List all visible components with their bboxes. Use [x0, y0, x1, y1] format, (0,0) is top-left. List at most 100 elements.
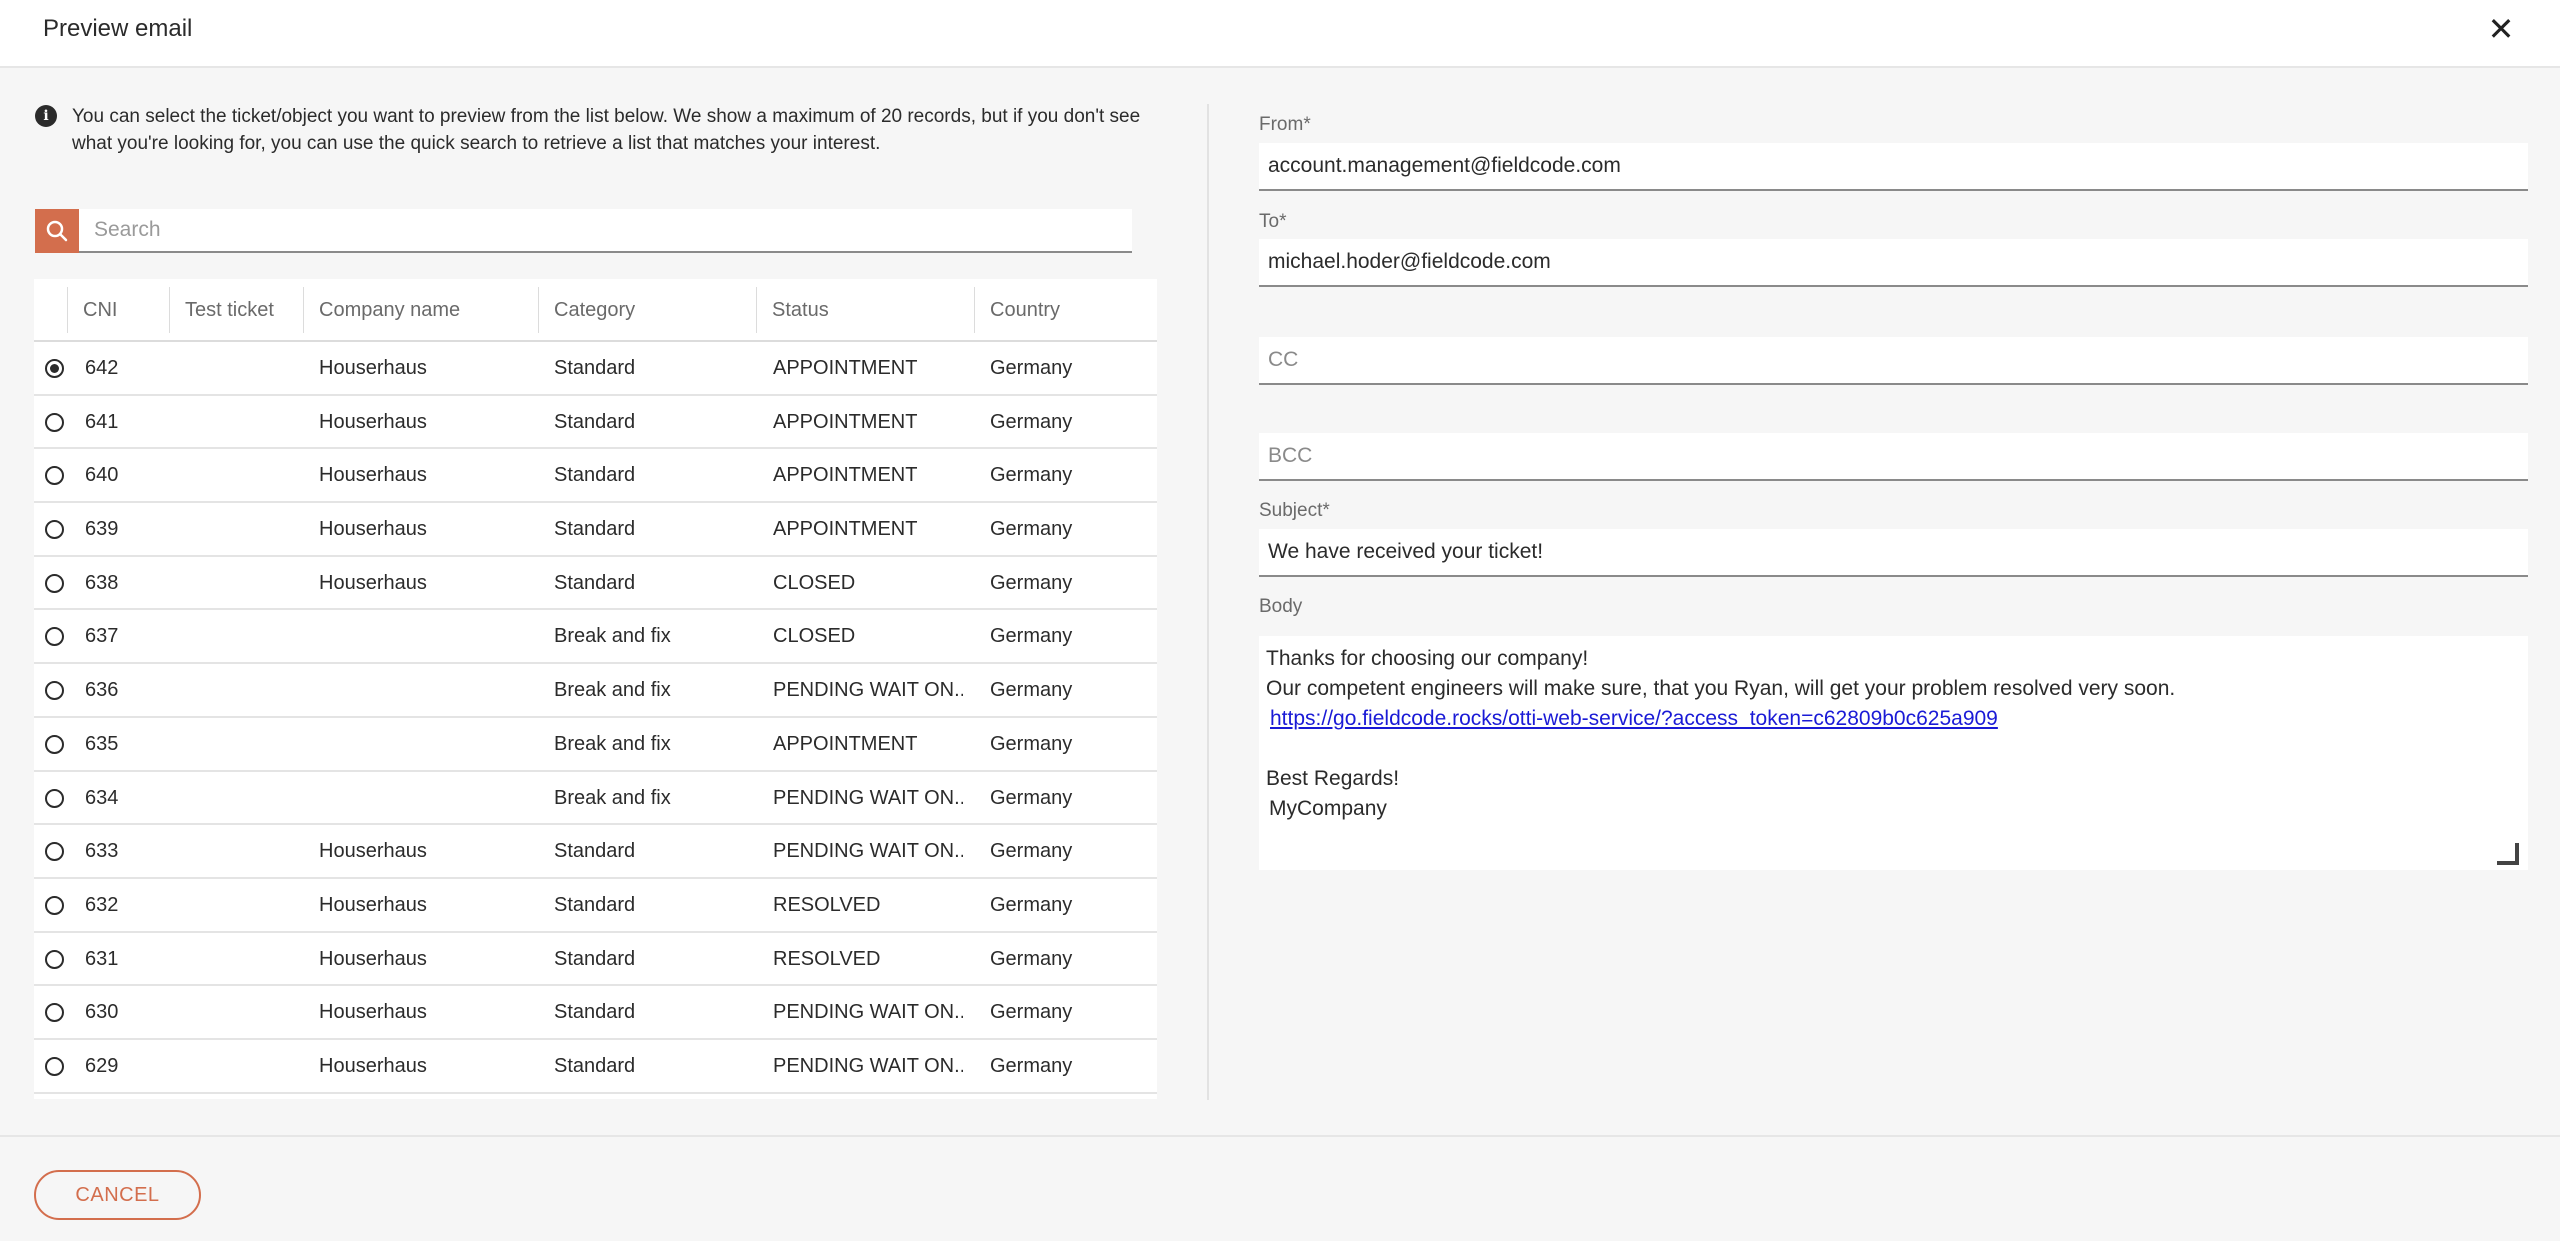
- cell-cni: 635: [85, 732, 119, 755]
- table-row[interactable]: 639 Houserhaus Standard APPOINTMENT Germany: [34, 503, 1157, 557]
- access-token-link[interactable]: https://go.fieldcode.rocks/otti-web-serv…: [1270, 707, 1998, 730]
- row-radio[interactable]: [45, 681, 64, 701]
- cell-category: Standard: [554, 1054, 636, 1077]
- row-radio[interactable]: [45, 1056, 64, 1076]
- cell-test-ticket: [184, 825, 302, 877]
- cell-status: PENDING WAIT ON...: [773, 1001, 963, 1024]
- cell-cni: 639: [85, 518, 119, 541]
- cell-cni: 642: [85, 357, 119, 379]
- cell-country: Germany: [990, 625, 1073, 648]
- column-header-cni[interactable]: CNI: [67, 287, 167, 333]
- to-field[interactable]: [1259, 239, 2528, 287]
- cell-cni: 631: [85, 947, 119, 970]
- cell-company-name: [319, 718, 534, 770]
- table-row[interactable]: 633 Houserhaus Standard PENDING WAIT ON... G…: [34, 825, 1157, 879]
- cc-field[interactable]: [1259, 337, 2528, 385]
- body-label: Body: [1259, 596, 1303, 617]
- table-row[interactable]: 640 Houserhaus Standard APPOINTMENT Germany: [34, 449, 1157, 504]
- cell-country: Germany: [990, 571, 1073, 594]
- body-editor[interactable]: Thanks for choosing our company! Our com…: [1259, 636, 2528, 870]
- cell-cni: 634: [85, 786, 119, 809]
- from-label: From*: [1259, 114, 1311, 135]
- cell-cni: 637: [85, 625, 119, 648]
- column-header-test-ticket[interactable]: Test ticket: [169, 287, 302, 333]
- cell-company-name: Houserhaus: [319, 571, 427, 594]
- from-field[interactable]: [1259, 143, 2528, 191]
- table-row[interactable]: 642 Houserhaus Standard APPOINTMENT Germany: [34, 342, 1157, 396]
- table-row[interactable]: 635 Break and fix APPOINTMENT Germany: [34, 717, 1157, 772]
- body-line: MyCompany: [1269, 797, 1387, 820]
- search-bar: [35, 209, 1132, 253]
- row-radio[interactable]: [45, 520, 64, 540]
- column-header-country[interactable]: Country: [974, 287, 1157, 333]
- cell-test-ticket: [184, 772, 302, 824]
- cell-category: Standard: [554, 947, 636, 970]
- subject-label: Subject*: [1259, 500, 1330, 521]
- table-row[interactable]: 636 Break and fix PENDING WAIT ON... German…: [34, 664, 1157, 718]
- cell-test-ticket: [184, 342, 302, 394]
- table-row[interactable]: 641 Houserhaus Standard APPOINTMENT Germany: [34, 395, 1157, 450]
- row-radio[interactable]: [45, 949, 64, 969]
- cell-test-ticket: [184, 449, 302, 501]
- cell-test-ticket: [184, 557, 302, 609]
- cell-status: APPOINTMENT: [773, 410, 918, 433]
- column-header-status[interactable]: Status: [756, 287, 974, 333]
- cell-status: APPOINTMENT: [773, 732, 918, 755]
- row-radio[interactable]: [45, 734, 64, 754]
- cell-category: Standard: [554, 518, 636, 541]
- column-header-category[interactable]: Category: [538, 287, 756, 333]
- table-row[interactable]: 634 Break and fix PENDING WAIT ON... German…: [34, 771, 1157, 826]
- cell-company-name: Houserhaus: [319, 893, 427, 916]
- cell-category: Break and fix: [554, 625, 671, 648]
- cell-category: Standard: [554, 1001, 636, 1024]
- table-row[interactable]: 632 Houserhaus Standard RESOLVED Germany: [34, 878, 1157, 933]
- table-row[interactable]: 638 Houserhaus Standard CLOSED Germany: [34, 556, 1157, 611]
- cell-test-ticket: [184, 718, 302, 770]
- table-row[interactable]: 631 Houserhaus Standard RESOLVED Germany: [34, 932, 1157, 987]
- table-row[interactable]: 629 Houserhaus Standard PENDING WAIT ON... G…: [34, 1039, 1157, 1094]
- row-radio[interactable]: [45, 359, 64, 378]
- row-radio[interactable]: [45, 788, 64, 808]
- table-row[interactable]: 630 Houserhaus Standard PENDING WAIT ON... G…: [34, 986, 1157, 1040]
- cell-company-name: Houserhaus: [319, 410, 427, 433]
- tickets-table: CNI Test ticket Company name Category St…: [34, 279, 1157, 1099]
- cell-country: Germany: [990, 947, 1073, 970]
- cell-country: Germany: [990, 1001, 1073, 1024]
- cell-status: PENDING WAIT ON...: [773, 786, 963, 809]
- row-radio[interactable]: [45, 1003, 64, 1023]
- resize-handle[interactable]: [2497, 843, 2519, 865]
- cell-country: Germany: [990, 410, 1073, 433]
- row-radio[interactable]: [45, 412, 64, 432]
- cell-country: Germany: [990, 464, 1073, 487]
- panel-divider: [1207, 104, 1209, 1100]
- cell-test-ticket: [184, 986, 302, 1038]
- search-button[interactable]: [35, 209, 79, 253]
- cell-status: PENDING WAIT ON...: [773, 840, 963, 863]
- cell-test-ticket: [184, 610, 302, 662]
- cell-status: APPOINTMENT: [773, 464, 918, 487]
- row-radio[interactable]: [45, 895, 64, 915]
- cell-test-ticket: [184, 933, 302, 985]
- row-radio[interactable]: [45, 842, 64, 862]
- bcc-field[interactable]: [1259, 433, 2528, 481]
- cell-status: RESOLVED: [773, 893, 881, 916]
- close-icon[interactable]: ✕: [2486, 13, 2516, 45]
- row-radio[interactable]: [45, 573, 64, 593]
- table-body: 642 Houserhaus Standard APPOINTMENT Germany 6…: [34, 342, 1157, 1094]
- cell-cni: 641: [85, 410, 119, 433]
- cell-category: Standard: [554, 893, 636, 916]
- row-radio[interactable]: [45, 466, 64, 486]
- subject-field[interactable]: [1259, 529, 2528, 577]
- cell-status: APPOINTMENT: [773, 518, 918, 541]
- cell-country: Germany: [990, 1054, 1073, 1077]
- search-input[interactable]: [79, 209, 1132, 253]
- body-line: Best Regards!: [1266, 767, 1400, 790]
- table-row[interactable]: 637 Break and fix CLOSED Germany: [34, 610, 1157, 665]
- cell-test-ticket: [184, 503, 302, 555]
- cell-cni: 630: [85, 1001, 119, 1024]
- cancel-button[interactable]: CANCEL: [34, 1170, 201, 1220]
- row-radio[interactable]: [45, 627, 64, 647]
- body-line: Thanks for choosing our company!: [1266, 647, 1589, 670]
- cell-company-name: Houserhaus: [319, 1001, 427, 1024]
- column-header-company-name[interactable]: Company name: [303, 287, 537, 333]
